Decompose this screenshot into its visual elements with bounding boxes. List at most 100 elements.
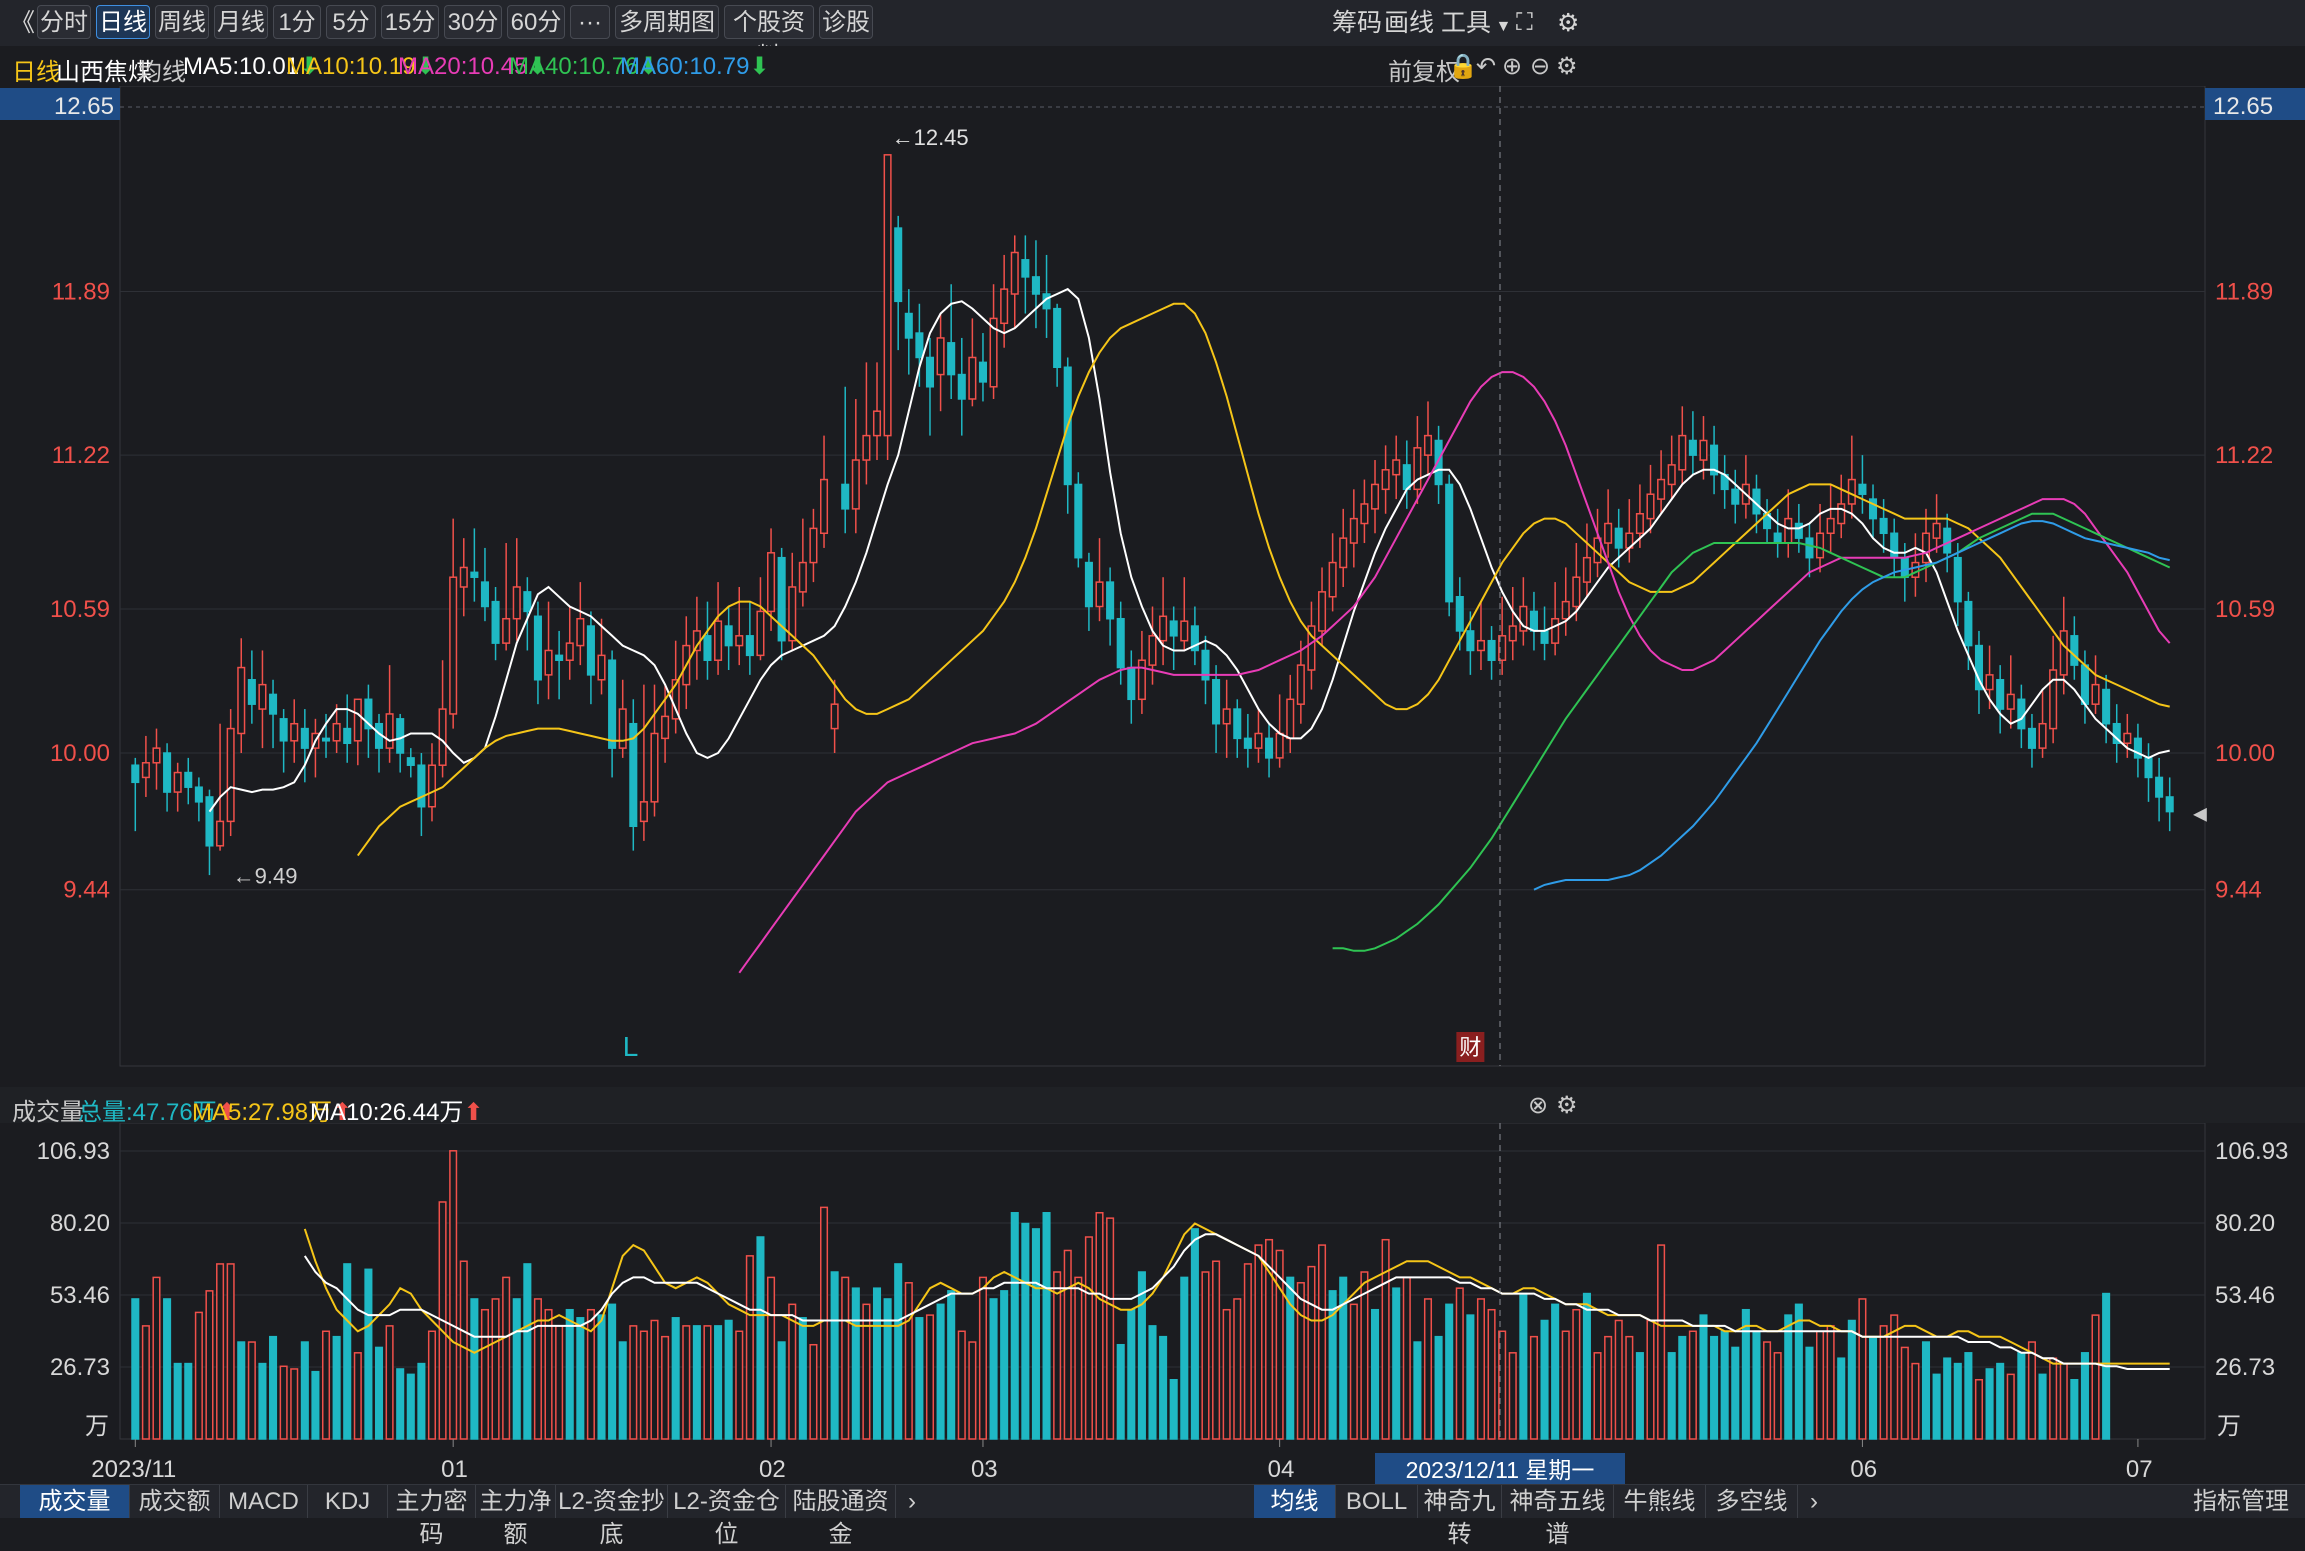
chip-distribution-button[interactable]: 筹码 [1332, 6, 1382, 40]
volume-bar [1434, 1335, 1443, 1440]
gear-icon[interactable]: ⚙ [1556, 52, 1578, 81]
overlay-tab[interactable]: 神奇九转 [1418, 1485, 1502, 1548]
indicator-management-button[interactable]: 指标管理 [2180, 1485, 2302, 1518]
period-tab-5min[interactable]: 5分 [326, 5, 376, 39]
price-candlestick-chart[interactable]: 12.65 12.65 11.89 11.89 11.22 11.22 10.59 10.59… [0, 86, 2305, 1086]
volume-bar [2049, 1357, 2058, 1440]
overlay-tab[interactable]: 多空线 [1706, 1485, 1798, 1518]
period-tab-1min[interactable]: 1分 [273, 5, 321, 39]
volume-bar [1201, 1271, 1210, 1440]
candle-body [724, 625, 733, 647]
volume-bar-chart[interactable]: 106.93 106.93 80.20 80.20 53.46 53.46 26.73 26.… [0, 1123, 2305, 1485]
volume-bar [1593, 1352, 1602, 1440]
lock-icon[interactable]: 🔒 [1448, 52, 1478, 81]
volume-bar [1699, 1314, 1708, 1440]
chevron-right-icon[interactable]: › [900, 1485, 924, 1518]
zoom-in-icon[interactable]: ⊕ [1502, 52, 1522, 81]
period-tab-fenshi[interactable]: 分时 [37, 5, 91, 39]
volume-bar [830, 1271, 839, 1440]
candle-body [1180, 620, 1189, 642]
overlay-tab[interactable]: BOLL [1336, 1485, 1418, 1518]
volume-bar [735, 1330, 744, 1440]
cursor-date-label: 2023/12/11 星期一 [1406, 1457, 1595, 1483]
collapse-left-icon[interactable]: 《 [10, 6, 35, 40]
indicator-tab[interactable]: KDJ [308, 1485, 388, 1518]
volume-bar [1466, 1314, 1475, 1440]
top-price-label-left: 12.65 [54, 93, 114, 120]
period-tab-60min[interactable]: 60分 [507, 5, 565, 39]
indicator-tab[interactable]: 成交量 [20, 1485, 130, 1518]
zoom-out-icon[interactable]: ⊖ [1530, 52, 1550, 81]
candle-body [1010, 251, 1019, 295]
indicator-tab[interactable]: MACD [220, 1485, 308, 1518]
indicator-tab[interactable]: 主力密码 [388, 1485, 476, 1548]
more-periods-button[interactable]: ··· [570, 5, 610, 39]
candle-body [1667, 464, 1676, 486]
chevron-right-icon[interactable]: › [1802, 1485, 1826, 1518]
candle-body [1476, 639, 1486, 652]
volume-bar [141, 1325, 150, 1440]
volume-bar [1582, 1292, 1591, 1440]
candle-body [226, 727, 235, 823]
candle-body [1678, 434, 1687, 471]
candle-body [1031, 276, 1040, 295]
period-tab-daily[interactable]: 日线 [96, 5, 150, 39]
period-tab-30min[interactable]: 30分 [444, 5, 502, 39]
candle-body [809, 527, 818, 564]
x-axis-label: 2023/11 [91, 1456, 176, 1483]
candle-body [1879, 517, 1888, 535]
indicator-tab[interactable]: 陆股通资金 [786, 1485, 896, 1548]
volume-bar [406, 1373, 415, 1440]
volume-bar [565, 1308, 574, 1440]
tools-dropdown[interactable]: 工具 ▼ [1441, 6, 1511, 40]
undo-icon[interactable]: ↶ [1476, 52, 1496, 81]
stock-profile-button[interactable]: 个股资料 [724, 5, 814, 70]
diagnose-button[interactable]: 诊股 [819, 5, 873, 39]
indicator-tab[interactable]: L2-资金仓位 [668, 1485, 786, 1548]
volume-bar [364, 1268, 373, 1440]
candle-body [2017, 698, 2026, 730]
candle-body [502, 617, 511, 644]
ma20-text: MA20:10.45 [398, 53, 528, 80]
candle-body [1911, 561, 1920, 578]
candle-body [1095, 581, 1104, 608]
indicator-tab[interactable]: 主力净额 [476, 1485, 556, 1548]
panel-settings-icon[interactable]: ⚙ [1556, 1091, 1578, 1120]
volume-bar [1773, 1352, 1782, 1440]
volume-bar [1614, 1319, 1623, 1440]
arrow-up-icon: ⬆ [463, 1099, 484, 1126]
indicator-tab[interactable]: L2-资金抄底 [556, 1485, 668, 1548]
candle-body [353, 698, 362, 742]
volume-bar [1254, 1244, 1263, 1440]
ma-toggle-label[interactable]: 均线 [138, 52, 186, 87]
period-tab-weekly[interactable]: 周线 [155, 5, 209, 39]
settings-icon[interactable]: ⚙ [1557, 6, 1579, 40]
close-panel-icon[interactable]: ⊗ [1528, 1091, 1548, 1120]
volume-bar [947, 1290, 956, 1440]
volume-bar [1148, 1325, 1157, 1440]
candle-body [2102, 688, 2111, 725]
indicator-tab[interactable]: 成交额 [130, 1485, 220, 1518]
overlay-tab[interactable]: 牛熊线 [1614, 1485, 1706, 1518]
tools-label: 工具 [1441, 9, 1492, 37]
fullscreen-icon[interactable]: ⛶ [1516, 6, 1533, 40]
candle-body [968, 356, 977, 400]
period-tab-monthly[interactable]: 月线 [214, 5, 268, 39]
indicator-tab-bar: 成交量 成交额 MACD KDJ 主力密码 主力净额 L2-资金抄底 L2-资金仓位 陆股通资金… [0, 1484, 2305, 1548]
candle-body [1254, 732, 1263, 749]
volume-bar [1307, 1265, 1316, 1440]
draw-line-button[interactable]: 画线 [1384, 6, 1434, 40]
multi-period-chart-dropdown[interactable]: 多周期图 ⌄ [615, 5, 719, 70]
volume-bar [1010, 1212, 1019, 1440]
period-tab-15min[interactable]: 15分 [381, 5, 439, 39]
volume-label[interactable]: 成交量 [12, 1092, 84, 1127]
volume-bar [1455, 1287, 1464, 1440]
candle-body [332, 722, 341, 742]
overlay-tab[interactable]: 均线 [1254, 1485, 1336, 1518]
volume-bar [1879, 1325, 1888, 1440]
volume-bar [1169, 1378, 1178, 1440]
arrow-down-icon: ⬇ [749, 53, 770, 80]
candle-body [597, 654, 606, 681]
overlay-tab[interactable]: 神奇五线谱 [1502, 1485, 1614, 1548]
x-axis-label: 06 [1850, 1456, 1877, 1483]
